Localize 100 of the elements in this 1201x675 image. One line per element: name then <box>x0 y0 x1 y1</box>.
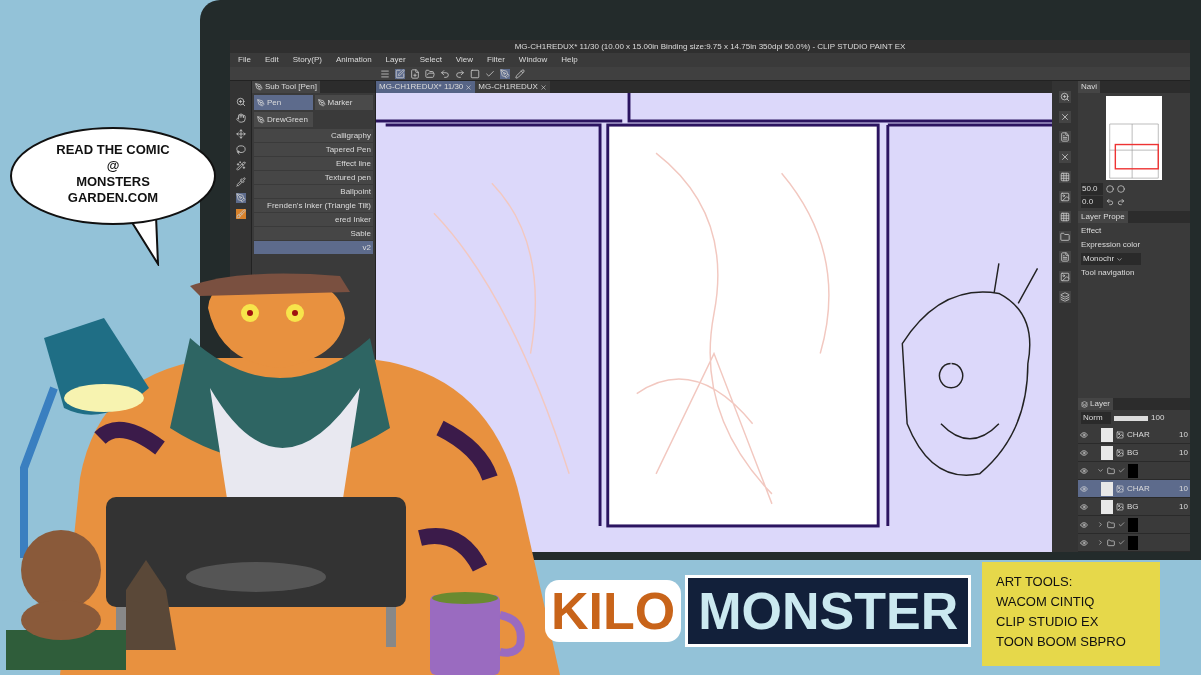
layer-property-tab[interactable]: Layer Prope <box>1078 211 1128 223</box>
menu-item[interactable]: Window <box>518 54 548 66</box>
menu-item[interactable]: Edit <box>264 54 279 66</box>
eye-icon[interactable] <box>1080 502 1088 511</box>
image-icon[interactable] <box>1059 191 1071 203</box>
folder-icon <box>1107 538 1115 547</box>
zoom-icon[interactable] <box>235 97 246 107</box>
menu-item[interactable]: Select <box>419 54 442 66</box>
menu-item[interactable]: Animation <box>336 54 372 66</box>
menu-item[interactable]: File <box>238 54 251 66</box>
sub-tool-tab[interactable]: Sub Tool [Pen] <box>252 81 320 93</box>
navigator-tab[interactable]: Navi <box>1078 81 1100 93</box>
brush-item[interactable]: Sable <box>254 227 373 240</box>
document-icon[interactable] <box>1059 131 1071 143</box>
layer-row[interactable] <box>1078 516 1190 534</box>
layer-row[interactable] <box>1078 534 1190 552</box>
layer-thumbnail <box>1101 499 1113 514</box>
close-icon[interactable] <box>1059 151 1071 163</box>
expanded-caret-icon[interactable] <box>1097 467 1104 474</box>
color-mode-dropdown[interactable]: Monochr <box>1081 253 1141 265</box>
wand-icon[interactable] <box>235 161 246 171</box>
sub-tool-group[interactable]: DrewGreen <box>254 112 313 127</box>
eye-icon[interactable] <box>1080 484 1088 493</box>
sub-tool-group[interactable]: Pen <box>254 95 313 110</box>
brush-item[interactable]: ered Inker <box>254 213 373 226</box>
layer-opacity: 10 <box>1179 428 1188 441</box>
menu-item[interactable]: Story(P) <box>292 54 323 66</box>
brush-item[interactable]: Calligraphy <box>254 129 373 142</box>
new-file-icon[interactable] <box>410 68 420 79</box>
eye-icon[interactable] <box>1080 430 1088 439</box>
lasso-icon[interactable] <box>235 145 246 155</box>
brush-icon[interactable] <box>235 209 246 219</box>
zoom-value[interactable]: 50.0 <box>1081 183 1103 195</box>
logo-text: MONSTER <box>685 575 972 647</box>
close-icon[interactable] <box>1059 111 1071 123</box>
undo-icon[interactable] <box>440 68 450 79</box>
brush-item[interactable]: v2 <box>254 241 373 254</box>
pen-icon <box>255 83 263 91</box>
grid-icon[interactable] <box>1059 171 1071 183</box>
layer-row[interactable]: CHAR 10 <box>1078 480 1190 498</box>
check-icon[interactable] <box>485 68 495 79</box>
collapsed-caret-icon[interactable] <box>1097 539 1104 546</box>
eye-icon[interactable] <box>1080 448 1088 457</box>
folder-icon[interactable] <box>425 68 435 79</box>
document-icon[interactable] <box>1059 251 1071 263</box>
grid-icon[interactable] <box>1059 211 1071 223</box>
brush-item[interactable]: Ballpoint <box>254 185 373 198</box>
brush-item[interactable]: Textured pen <box>254 171 373 184</box>
menu-item[interactable]: Help <box>561 54 578 66</box>
layer-thumbnail <box>1101 481 1113 496</box>
layer-row[interactable]: BG 10 <box>1078 444 1190 462</box>
pen-icon[interactable] <box>235 193 246 203</box>
brush-item[interactable]: Tapered Pen <box>254 143 373 156</box>
rotate-right-icon[interactable] <box>1117 198 1125 206</box>
redo-icon[interactable] <box>455 68 465 79</box>
check-icon <box>1118 467 1125 474</box>
zoom-icon[interactable] <box>1059 91 1071 103</box>
layer-thumbnail <box>1101 427 1113 442</box>
layer-opacity: 10 <box>1179 482 1188 495</box>
layer-row[interactable]: CHAR 10 <box>1078 426 1190 444</box>
pen-icon[interactable] <box>500 68 510 79</box>
tool-navigation-label: Tool navigation <box>1081 267 1136 279</box>
move-icon[interactable] <box>235 129 246 139</box>
eye-icon[interactable] <box>1080 538 1088 547</box>
layer-mask-thumbnail <box>1128 535 1138 550</box>
raster-layer-icon <box>1116 502 1124 511</box>
layer-row[interactable] <box>1078 462 1190 480</box>
menu-item[interactable]: View <box>455 54 474 66</box>
eye-icon[interactable] <box>1080 466 1088 475</box>
edit-icon[interactable] <box>395 68 405 79</box>
layer-tab[interactable]: Layer <box>1078 398 1113 410</box>
folder-icon[interactable] <box>1059 231 1071 243</box>
eyedropper-icon[interactable] <box>235 177 246 187</box>
menu-item[interactable]: Filter <box>487 54 505 66</box>
rotate-left-icon[interactable] <box>1106 198 1114 206</box>
layer-row[interactable]: BG 10 <box>1078 498 1190 516</box>
hand-icon[interactable] <box>235 113 246 123</box>
document-tab[interactable]: MG-CH1REDUX <box>475 81 550 93</box>
layer-mask-thumbnail <box>1128 517 1138 532</box>
square-icon[interactable] <box>470 68 480 79</box>
close-icon[interactable] <box>465 83 473 91</box>
close-icon[interactable] <box>539 83 547 91</box>
layers-icon[interactable] <box>1059 291 1071 303</box>
layer-name: BG <box>1127 500 1139 513</box>
opacity-value[interactable]: 100 <box>1151 412 1165 424</box>
menu-icon[interactable] <box>380 68 390 79</box>
document-tab[interactable]: MG-CH1REDUX* 11/30 <box>376 81 476 93</box>
brush-item[interactable]: Frenden's Inker (Triangle Tilt) <box>254 199 373 212</box>
menu-item[interactable]: Layer <box>385 54 406 66</box>
sub-tool-group[interactable]: Marker <box>314 95 373 110</box>
blend-mode-dropdown[interactable]: Norm <box>1081 412 1111 424</box>
eye-icon[interactable] <box>1080 520 1088 529</box>
pencil-icon[interactable] <box>515 68 525 79</box>
opacity-slider[interactable] <box>1114 415 1148 421</box>
collapsed-caret-icon[interactable] <box>1097 521 1104 528</box>
pen-icon <box>257 115 265 124</box>
speech-bubble-text: READ THE COMIC @ MONSTERS GARDEN.COM <box>55 142 171 206</box>
image-icon[interactable] <box>1059 271 1071 283</box>
brush-item[interactable]: Effect line <box>254 157 373 170</box>
rotation-value[interactable]: 0.0 <box>1081 196 1103 208</box>
